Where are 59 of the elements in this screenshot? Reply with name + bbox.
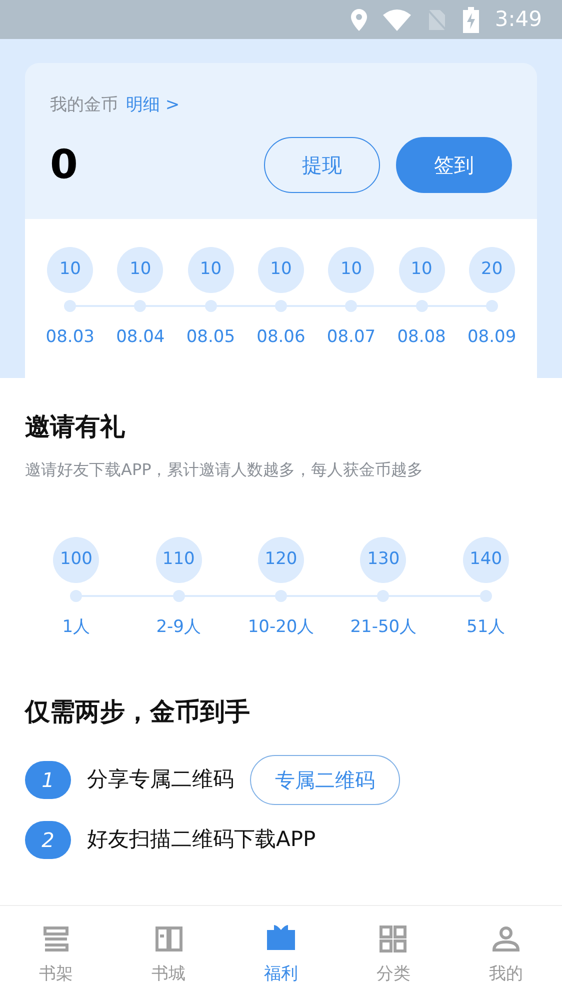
step-text: 好友扫描二维码下载APP (87, 826, 316, 853)
tab-item[interactable]: 福利 (224, 906, 338, 999)
tab-item[interactable]: 书架 (0, 906, 112, 999)
step-number: 2 (25, 820, 71, 858)
withdraw-button[interactable]: 提现 (264, 136, 380, 192)
checkin-date: 08.07 (326, 326, 376, 348)
timeline-dot (64, 300, 76, 312)
coin-reward: 130 (360, 536, 406, 582)
timeline-dot (480, 590, 492, 602)
timeline-dot (70, 590, 82, 602)
section-title: 仅需两步，金币到手 (25, 696, 251, 728)
battery-charging-icon (462, 6, 479, 32)
coin-reward: 10 (258, 246, 304, 292)
invite-count: 2-9人 (156, 616, 201, 638)
timeline-dot (275, 590, 288, 602)
step-number: 1 (25, 760, 71, 798)
location-icon (350, 8, 367, 30)
tab-item[interactable]: 书城 (112, 906, 225, 999)
wifi-icon (382, 8, 411, 30)
checkin-date: 08.09 (467, 326, 516, 348)
coin-reward: 140 (462, 536, 509, 582)
coin-reward: 120 (258, 536, 304, 582)
coin-reward: 10 (398, 246, 445, 292)
section-title: 邀请有礼 (25, 411, 126, 443)
checkin-date: 08.08 (397, 326, 446, 348)
no-sim-icon (426, 8, 447, 32)
coin-reward: 20 (468, 246, 515, 292)
status-time: 3:49 (494, 6, 542, 33)
check-in-button[interactable]: 签到 (396, 136, 512, 192)
coin-reward: 110 (156, 536, 202, 582)
detail-link[interactable]: 明细 > (126, 93, 180, 118)
coin-amount: 0 (50, 140, 78, 190)
invite-count: 51人 (466, 616, 506, 638)
coin-reward: 100 (53, 536, 100, 582)
coin-reward: 10 (47, 246, 94, 292)
invite-count: 21-50人 (350, 616, 417, 638)
section-subtitle: 邀请好友下载APP，累计邀请人数越多，每人获金币越多 (25, 458, 424, 480)
coins-label: 我的金币 (50, 94, 118, 117)
timeline-dot (486, 300, 498, 312)
timeline-dot (377, 590, 390, 602)
qr-code-button[interactable]: 专属二维码 (250, 754, 400, 804)
timeline-dot (204, 300, 217, 312)
step-text: 分享专属二维码 (87, 766, 234, 793)
tab-item[interactable]: 我的 (450, 906, 562, 999)
checkin-date: 08.05 (186, 326, 236, 348)
timeline-dot (134, 300, 146, 312)
checkin-date: 08.06 (256, 326, 306, 348)
timeline-dot (416, 300, 428, 312)
checkin-date: 08.04 (116, 326, 165, 348)
timeline-dot (274, 300, 287, 312)
coin-reward: 10 (117, 246, 164, 292)
tab-item[interactable]: 分类 (337, 906, 450, 999)
invite-count: 10-20人 (248, 616, 314, 638)
coin-reward: 10 (188, 246, 234, 292)
checkin-date: 08.03 (46, 326, 94, 348)
timeline-dot (345, 300, 358, 312)
coin-reward: 10 (328, 246, 374, 292)
invite-count: 1人 (62, 616, 90, 638)
timeline-dot (172, 590, 185, 602)
